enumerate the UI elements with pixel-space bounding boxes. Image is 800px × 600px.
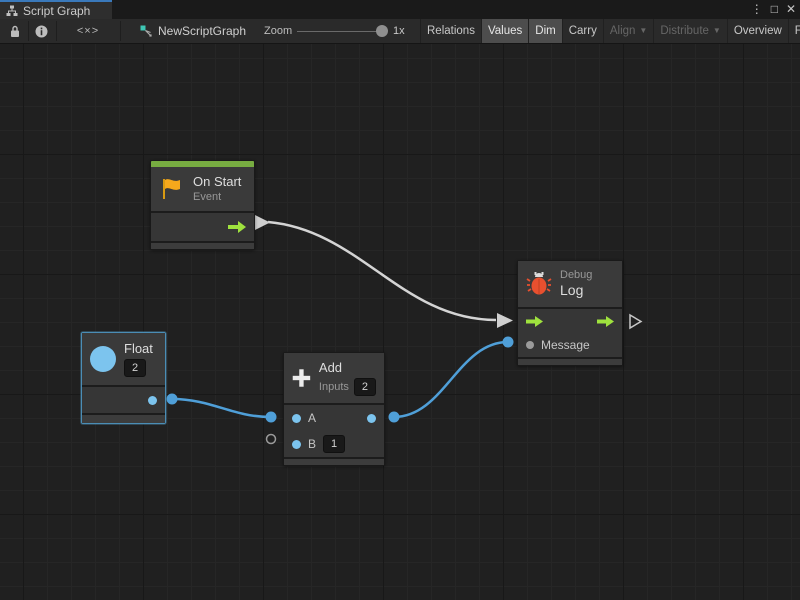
- tab-strip: Script Graph ⋮ □ ✕: [0, 0, 800, 19]
- node-header: On Start Event: [151, 167, 254, 211]
- info-icon[interactable]: [30, 19, 52, 43]
- node-footer: [82, 413, 165, 423]
- wire-endpoint-dot: [167, 394, 178, 405]
- wire-endpoint-dot: [266, 412, 277, 423]
- toolbar-button-distribute[interactable]: Distribute▼: [653, 19, 727, 43]
- node-footer: [518, 357, 622, 365]
- wire-flow-onstart-to-debuglog[interactable]: [268, 222, 496, 320]
- wires-layer: [0, 44, 800, 600]
- bug-icon: [526, 270, 552, 298]
- tab-script-graph[interactable]: Script Graph: [0, 0, 112, 19]
- node-float[interactable]: Float 2: [81, 332, 166, 424]
- flow-output-port[interactable]: [228, 221, 246, 233]
- wire-endpoint-dot: [389, 412, 400, 423]
- node-footer: [151, 241, 254, 249]
- node-body: [82, 385, 165, 413]
- window-controls: ⋮ □ ✕: [751, 0, 796, 19]
- value-input-port-b[interactable]: [292, 440, 301, 449]
- node-header: Float 2: [82, 333, 165, 385]
- node-footer: [284, 457, 384, 465]
- toolbar-button-align[interactable]: Align▼: [603, 19, 654, 43]
- node-body: A B 1: [284, 403, 384, 457]
- value-output-port[interactable]: [148, 396, 157, 405]
- graph-canvas[interactable]: On Start Event: [0, 44, 800, 600]
- inputs-count-field[interactable]: 2: [354, 378, 376, 396]
- toolbar-button-carry[interactable]: Carry: [562, 19, 603, 43]
- float-value-field[interactable]: 2: [124, 359, 146, 377]
- flag-icon: [159, 176, 185, 202]
- toolbar-button-values[interactable]: Values: [481, 19, 528, 43]
- float-literal-icon: [90, 346, 116, 372]
- node-on-start[interactable]: On Start Event: [150, 160, 255, 250]
- node-header: Debug Log: [518, 261, 622, 307]
- wire-value-add-to-message[interactable]: [394, 342, 508, 417]
- toolbar-button-dim[interactable]: Dim: [528, 19, 561, 43]
- lock-icon[interactable]: [4, 19, 26, 43]
- toolbar-button-overview[interactable]: Overview: [727, 19, 788, 43]
- wire-endpoint-dot: [503, 337, 514, 348]
- zoom-slider-track[interactable]: [297, 31, 381, 32]
- node-title: Float: [124, 341, 153, 357]
- node-debug-log[interactable]: Debug Log Me: [517, 260, 623, 366]
- script-graph-window: Script Graph ⋮ □ ✕ <×>: [0, 0, 800, 600]
- node-title: On Start: [193, 174, 241, 190]
- node-title: Add: [319, 360, 376, 376]
- node-body: [151, 211, 254, 241]
- node-add[interactable]: Add Inputs 2 A B 1: [283, 352, 385, 466]
- unconnected-flow-triangle[interactable]: [630, 315, 641, 328]
- port-b-value-field[interactable]: 1: [323, 435, 345, 453]
- toolbar-divider: [28, 21, 29, 41]
- flow-input-port[interactable]: [526, 316, 543, 327]
- port-label-b: B: [308, 437, 316, 451]
- close-icon[interactable]: ✕: [786, 0, 796, 19]
- flow-wire-source-arrow: [255, 215, 270, 230]
- toolbar-button-relations[interactable]: Relations: [420, 19, 481, 43]
- flow-wire-target-arrow: [497, 313, 513, 328]
- maximize-icon[interactable]: □: [771, 0, 778, 19]
- port-label-message: Message: [541, 338, 590, 352]
- node-kind: Debug: [560, 268, 592, 282]
- script-graph-asset-icon: [140, 25, 152, 37]
- node-header: Add Inputs 2: [284, 353, 384, 403]
- message-input-port[interactable]: [526, 341, 534, 349]
- zoom-slider-handle[interactable]: [376, 25, 388, 37]
- inputs-label: Inputs: [319, 380, 349, 394]
- chevron-down-icon: ▼: [713, 26, 721, 35]
- value-input-port-a[interactable]: [292, 414, 301, 423]
- tab-title: Script Graph: [23, 4, 90, 18]
- toolbar-button-full-screen[interactable]: Full Screen: [788, 19, 800, 43]
- toolbar-divider: [56, 21, 57, 41]
- node-body: Message: [518, 307, 622, 357]
- graph-name: NewScriptGraph: [158, 24, 246, 38]
- value-output-port[interactable]: [367, 414, 376, 423]
- graph-breadcrumb[interactable]: NewScriptGraph: [140, 19, 246, 43]
- graph-hierarchy-icon: [6, 5, 18, 17]
- wire-value-float-to-add-a[interactable]: [172, 399, 271, 417]
- graph-inspector-icon[interactable]: <×>: [60, 19, 116, 43]
- node-title: Log: [560, 282, 592, 300]
- zoom-label: Zoom: [264, 19, 292, 43]
- flow-output-port[interactable]: [597, 316, 614, 327]
- menu-icon[interactable]: ⋮: [751, 0, 763, 19]
- node-kind: Event: [193, 190, 241, 204]
- toolbar-button-group: RelationsValuesDimCarryAlign▼Distribute▼…: [420, 19, 800, 43]
- graph-toolbar: <×> NewScriptGraph Zoom 1x RelationsValu…: [0, 19, 800, 44]
- port-label-a: A: [308, 411, 316, 425]
- unconnected-port-circle[interactable]: [267, 435, 276, 444]
- zoom-value: 1x: [393, 19, 405, 43]
- chevron-down-icon: ▼: [639, 26, 647, 35]
- toolbar-divider: [120, 21, 121, 41]
- plus-icon: [292, 365, 311, 391]
